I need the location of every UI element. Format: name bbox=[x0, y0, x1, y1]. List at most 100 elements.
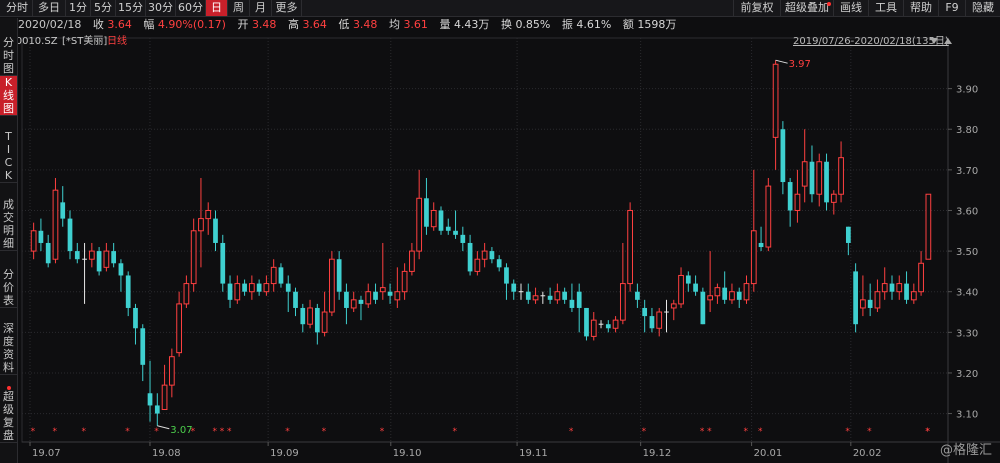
toolbar-right-3[interactable]: 工具 bbox=[868, 0, 904, 16]
candle-down bbox=[867, 299, 873, 308]
candle-up bbox=[707, 295, 714, 301]
side-tab-char: K bbox=[4, 76, 13, 89]
candle-up bbox=[590, 319, 597, 337]
candle-down bbox=[111, 251, 117, 264]
kline-chart[interactable]: 3.10 3.20 3.30 3.40 3.50 3.60 3.70 3.80 3.90 19.0… bbox=[0, 0, 1000, 463]
quote-date: 2020/02/18 bbox=[18, 18, 82, 31]
close-label: 收 bbox=[92, 18, 104, 31]
toolbar: 分时 多日 1分 5分 15分 30分 60分日周月更多 前复权 超级叠加 画线 工具 帮助 F9 隐藏 bbox=[0, 0, 1000, 17]
side-tab-0[interactable]: 分时图 bbox=[0, 36, 17, 76]
candle-up bbox=[838, 157, 844, 195]
y-tick-label: 3.10 bbox=[956, 410, 978, 421]
toolbar-tab-9[interactable]: 月 bbox=[250, 0, 272, 16]
open-label: 开 bbox=[237, 18, 249, 31]
side-tab-3[interactable]: 成交明细 bbox=[0, 198, 17, 251]
toolbar-tab-10[interactable]: 更多 bbox=[272, 0, 302, 16]
candle-up bbox=[910, 291, 917, 301]
stock-name: [*ST美丽] bbox=[62, 34, 107, 47]
candle-down bbox=[780, 129, 786, 183]
toolbar-tab-3[interactable]: 5分 bbox=[91, 0, 116, 16]
toolbar-tab-7[interactable]: 日 bbox=[206, 0, 228, 16]
x-tick-label: 19.12 bbox=[643, 448, 672, 459]
candle-down bbox=[824, 161, 829, 203]
toolbar-right-5[interactable]: F9 bbox=[938, 0, 966, 16]
candle-down bbox=[722, 287, 728, 300]
toolbar-right-0[interactable]: 前复权 bbox=[733, 0, 781, 16]
side-tab-char: 图 bbox=[3, 62, 14, 75]
candle-down bbox=[344, 291, 349, 308]
side-tab-char: 分 bbox=[3, 268, 14, 281]
side-tab-char: 时 bbox=[3, 49, 14, 62]
side-tab-1[interactable]: K线图 bbox=[0, 76, 17, 116]
notify-dot-icon bbox=[827, 2, 831, 6]
side-tab-char: 级 bbox=[3, 403, 14, 416]
toolbar-right-1[interactable]: 超级叠加 bbox=[780, 0, 834, 16]
candle-down bbox=[758, 242, 764, 248]
candle-up bbox=[860, 299, 866, 309]
star-marker: * bbox=[52, 427, 57, 437]
side-tab-4[interactable]: 分价表 bbox=[0, 268, 17, 308]
volume-label: 量 bbox=[439, 18, 451, 31]
toolbar-tab-6[interactable]: 60分 bbox=[176, 0, 206, 16]
star-marker: * bbox=[380, 427, 385, 437]
toolbar-tab-2[interactable]: 1分 bbox=[66, 0, 91, 16]
candle-up bbox=[656, 311, 663, 329]
low-pointer bbox=[157, 425, 170, 430]
candle-up bbox=[30, 230, 37, 252]
candle-up bbox=[329, 258, 335, 313]
candle-up bbox=[205, 209, 212, 220]
side-tab-char: 深 bbox=[3, 322, 14, 335]
candle-up bbox=[52, 189, 59, 260]
toolbar-tab-0[interactable]: 分时 bbox=[2, 0, 33, 16]
star-marker: * bbox=[845, 427, 850, 437]
candle-down bbox=[147, 393, 153, 406]
x-tick-label: 20.01 bbox=[754, 448, 783, 459]
low-value: 3.48 bbox=[352, 18, 378, 31]
toolbar-tab-1[interactable]: 多日 bbox=[33, 0, 66, 16]
candle-down bbox=[125, 275, 131, 308]
candle-up bbox=[881, 283, 888, 293]
toolbar-tab-4[interactable]: 15分 bbox=[116, 0, 146, 16]
side-tab-5[interactable]: 深度资料 bbox=[0, 322, 17, 375]
amplitude-label: 振 bbox=[561, 18, 573, 31]
avg-value: 3.61 bbox=[403, 18, 428, 31]
side-tab-char: C bbox=[4, 156, 13, 169]
side-tab-2[interactable]: TICK bbox=[0, 130, 17, 183]
candle-up bbox=[168, 356, 175, 386]
candle-down bbox=[45, 242, 51, 264]
toolbar-right-4[interactable]: 帮助 bbox=[903, 0, 939, 16]
candle-down bbox=[605, 324, 611, 329]
low-annotation: 3.07 bbox=[170, 425, 192, 436]
toolbar-tab-8[interactable]: 周 bbox=[228, 0, 250, 16]
y-tick-label: 3.90 bbox=[956, 85, 978, 96]
candle-down bbox=[562, 291, 568, 300]
candle-down bbox=[685, 275, 691, 284]
side-tab-6[interactable]: 超级复盘 bbox=[0, 386, 17, 443]
y-tick-label: 3.60 bbox=[956, 206, 978, 217]
y-tick-label: 3.70 bbox=[956, 166, 978, 177]
candle-up bbox=[627, 209, 633, 285]
toolbar-right-6[interactable]: 隐藏 bbox=[965, 0, 1000, 16]
candle-down bbox=[642, 307, 648, 317]
candle-down bbox=[140, 328, 146, 365]
low-label: 低 bbox=[338, 18, 350, 31]
toolbar-tab-5[interactable]: 30分 bbox=[146, 0, 176, 16]
star-marker: * bbox=[227, 427, 232, 437]
amplitude-value: 4.61% bbox=[576, 18, 612, 31]
toolbar-right-2[interactable]: 画线 bbox=[833, 0, 869, 16]
candle-down bbox=[74, 251, 80, 260]
candle-down bbox=[576, 291, 582, 308]
star-marker: * bbox=[191, 427, 196, 437]
period-label: 日线 bbox=[107, 34, 127, 47]
side-tab-char: 度 bbox=[3, 335, 14, 348]
side-tab-char: 复 bbox=[3, 416, 14, 429]
change-value: 4.90%(0.17) bbox=[157, 18, 226, 31]
star-marker: * bbox=[322, 427, 327, 437]
candle-up bbox=[263, 283, 270, 293]
candle-up bbox=[772, 63, 779, 138]
y-tick-label: 3.80 bbox=[956, 125, 978, 136]
candle-up bbox=[532, 295, 539, 301]
candle-up bbox=[103, 250, 110, 268]
candle-down bbox=[118, 263, 124, 276]
candle-down bbox=[227, 283, 233, 300]
